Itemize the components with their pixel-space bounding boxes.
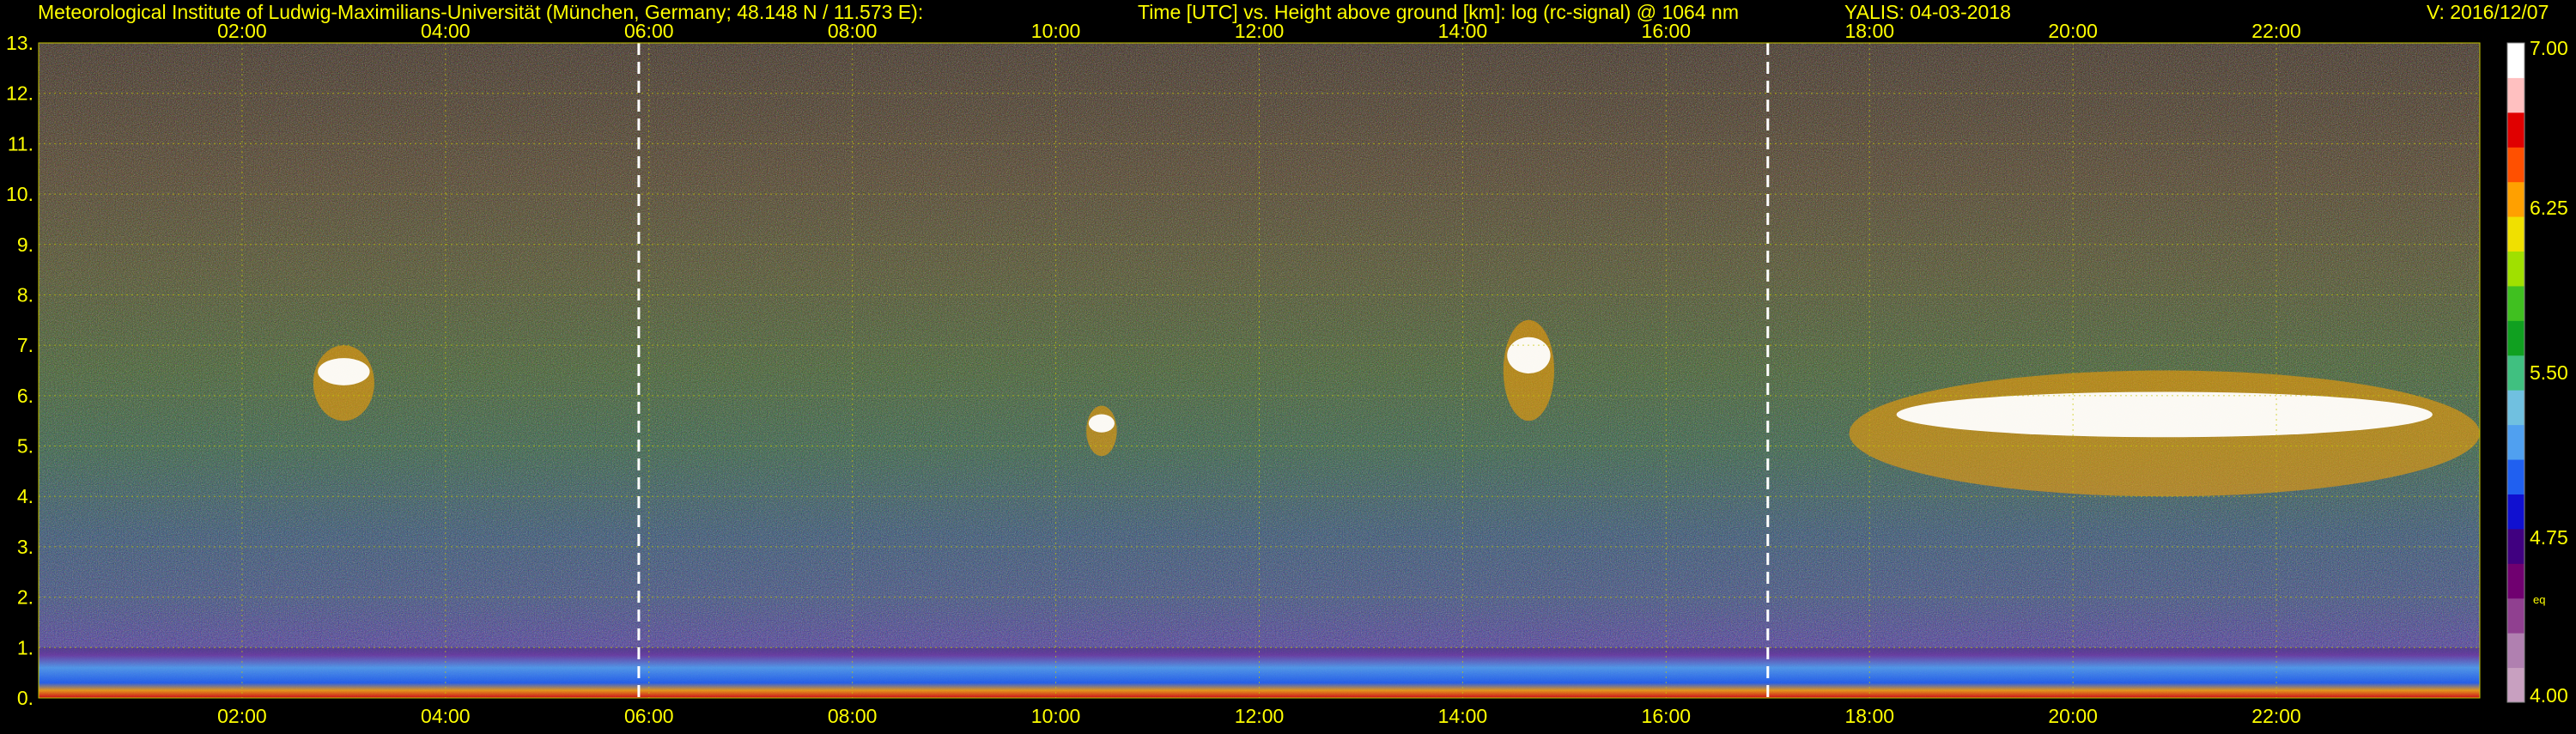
colorbar-segment [2507,181,2524,217]
y-tick-label: 7. [17,334,33,356]
cloud-feature-core [1088,414,1115,433]
x-tick-label-top: 02:00 [217,20,267,42]
colorbar-segment [2507,424,2524,460]
x-tick-label-bottom: 20:00 [2048,705,2098,727]
colorbar-segment [2507,633,2524,669]
cloud-feature-core [1896,391,2433,438]
cloud-feature-3 [1503,319,1555,422]
colorbar-segment [2507,147,2524,183]
x-tick-label-bottom: 10:00 [1031,705,1081,727]
x-tick-label-bottom: 08:00 [828,705,878,727]
colorbar-tick-label: 4.75 [2530,526,2568,549]
colorbar-segment [2507,320,2524,356]
x-tick-label-bottom: 06:00 [624,705,674,727]
x-tick-label-top: 18:00 [1844,20,1894,42]
colorbar-segment [2507,459,2524,494]
colorbar-segment [2507,112,2524,148]
y-tick-label: 3. [17,536,33,558]
colorbar-segment [2507,355,2524,391]
y-tick-label: 8. [17,283,33,306]
y-tick-label: 1. [17,636,33,658]
x-tick-label-bottom: 04:00 [421,705,471,727]
colorbar-note: eq [2533,593,2545,606]
colorbar-segment [2507,667,2524,703]
colorbar-tick-label: 5.50 [2530,361,2568,384]
colorbar-segment [2507,251,2524,287]
colorbar-segment [2507,528,2524,564]
colorbar-tick-label: 4.00 [2530,684,2568,707]
cloud-feature-1 [313,345,374,422]
cloud-feature-4 [1849,370,2480,497]
colorbar-segment [2507,285,2524,321]
colorbar-segment [2507,43,2524,78]
x-tick-label-bottom: 16:00 [1642,705,1692,727]
x-tick-label-top: 22:00 [2251,20,2301,42]
cloud-feature-core [1507,337,1551,374]
y-tick-label: 9. [17,234,33,256]
x-tick-label-bottom: 02:00 [217,705,267,727]
x-tick-label-top: 06:00 [624,20,674,42]
y-tick-label: 12. [6,82,33,105]
x-tick-label-top: 04:00 [421,20,471,42]
y-tick-label: 11. [8,132,33,155]
x-tick-label-bottom: 18:00 [1844,705,1894,727]
cloud-feature-2 [1086,405,1117,457]
y-tick-label: 5. [17,435,33,458]
cloud-feature-core [318,358,370,385]
chart-svg: 0. 1. 2. 3. 4. 5. 6. 7. 8. 9. 10. 11. 12. 13. 02:00 02:… [6,20,2568,727]
x-tick-label-top: 14:00 [1438,20,1488,42]
colorbar-segment [2507,77,2524,113]
y-tick-label: 13. [6,32,33,54]
colorbar-tick-label: 7.00 [2530,37,2568,59]
x-tick-label-bottom: 14:00 [1438,705,1488,727]
x-tick-label-bottom: 22:00 [2251,705,2301,727]
colorbar-tick-label: 6.25 [2530,197,2568,219]
x-tick-label-top: 12:00 [1235,20,1285,42]
y-tick-label: 6. [17,385,33,407]
x-tick-label-top: 10:00 [1031,20,1081,42]
y-tick-label: 4. [17,485,33,507]
y-tick-label: 10. [6,183,33,205]
x-tick-label-top: 16:00 [1642,20,1692,42]
colorbar-segment [2507,494,2524,530]
y-tick-label: 0. [17,687,33,709]
colorbar-segment [2507,598,2524,634]
colorbar-segment [2507,216,2524,252]
y-tick-label: 2. [17,586,33,609]
colorbar-segment [2507,390,2524,426]
colorbar-segment [2507,563,2524,599]
x-tick-label-bottom: 12:00 [1235,705,1285,727]
x-tick-label-top: 20:00 [2048,20,2098,42]
lidar-heatmap-chart: 0. 1. 2. 3. 4. 5. 6. 7. 8. 9. 10. 11. 12. 13. 02:00 02:… [0,0,2576,730]
x-tick-label-top: 08:00 [828,20,878,42]
